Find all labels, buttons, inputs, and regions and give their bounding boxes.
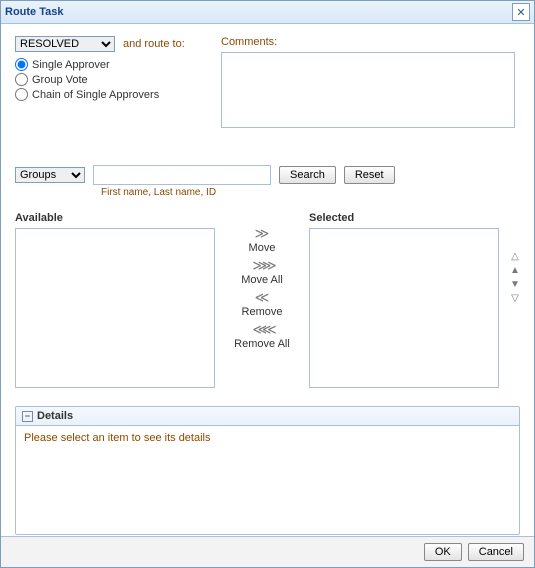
available-listbox[interactable] <box>15 228 215 388</box>
reset-button[interactable]: Reset <box>344 166 395 184</box>
route-mode-chain-radio[interactable] <box>15 88 28 101</box>
dialog-title: Route Task <box>5 6 63 18</box>
route-mode-group-radio[interactable] <box>15 73 28 86</box>
search-hint: First name, Last name, ID <box>101 187 520 198</box>
route-mode-single[interactable]: Single Approver <box>15 58 205 71</box>
dialog-footer: OK Cancel <box>1 536 534 567</box>
move-left-icon: ≪ <box>255 290 270 304</box>
status-select[interactable]: RESOLVED <box>15 36 115 52</box>
move-all-right-icon: ≫≫ <box>252 258 271 272</box>
remove-button[interactable]: ≪ Remove <box>242 290 283 318</box>
selected-listbox[interactable] <box>309 228 499 388</box>
move-right-icon: ≫ <box>255 226 270 240</box>
available-label: Available <box>15 212 215 224</box>
route-mode-radiogroup: Single Approver Group Vote Chain of Sing… <box>15 58 205 101</box>
comments-label: Comments: <box>221 36 520 48</box>
and-route-to-label: and route to: <box>123 38 185 50</box>
route-mode-single-radio[interactable] <box>15 58 28 71</box>
comments-textarea[interactable] <box>221 52 515 128</box>
details-title: Details <box>37 410 73 422</box>
move-button[interactable]: ≫ Move <box>249 226 276 254</box>
route-mode-chain[interactable]: Chain of Single Approvers <box>15 88 205 101</box>
selected-label: Selected <box>309 212 499 224</box>
move-bottom-icon[interactable]: ▽ <box>511 294 519 304</box>
details-body-text: Please select an item to see its details <box>16 426 519 534</box>
search-input[interactable] <box>93 165 271 185</box>
details-panel: − Details Please select an item to see i… <box>15 406 520 535</box>
route-task-dialog: Route Task ✕ RESOLVED and route to: Sing… <box>0 0 535 568</box>
move-all-button[interactable]: ≫≫ Move All <box>241 258 283 286</box>
move-top-icon[interactable]: △ <box>511 252 519 262</box>
cancel-button[interactable]: Cancel <box>468 543 524 561</box>
move-up-icon[interactable]: ▲ <box>510 266 520 276</box>
route-mode-group[interactable]: Group Vote <box>15 73 205 86</box>
titlebar: Route Task ✕ <box>1 1 534 24</box>
search-button[interactable]: Search <box>279 166 336 184</box>
close-icon[interactable]: ✕ <box>512 3 530 21</box>
ok-button[interactable]: OK <box>424 543 462 561</box>
details-header[interactable]: − Details <box>16 407 519 426</box>
move-all-left-icon: ≪≪ <box>252 322 271 336</box>
collapse-icon[interactable]: − <box>22 411 33 422</box>
move-down-icon[interactable]: ▼ <box>510 280 520 290</box>
remove-all-button[interactable]: ≪≪ Remove All <box>234 322 290 350</box>
search-scope-select[interactable]: Groups <box>15 167 85 183</box>
